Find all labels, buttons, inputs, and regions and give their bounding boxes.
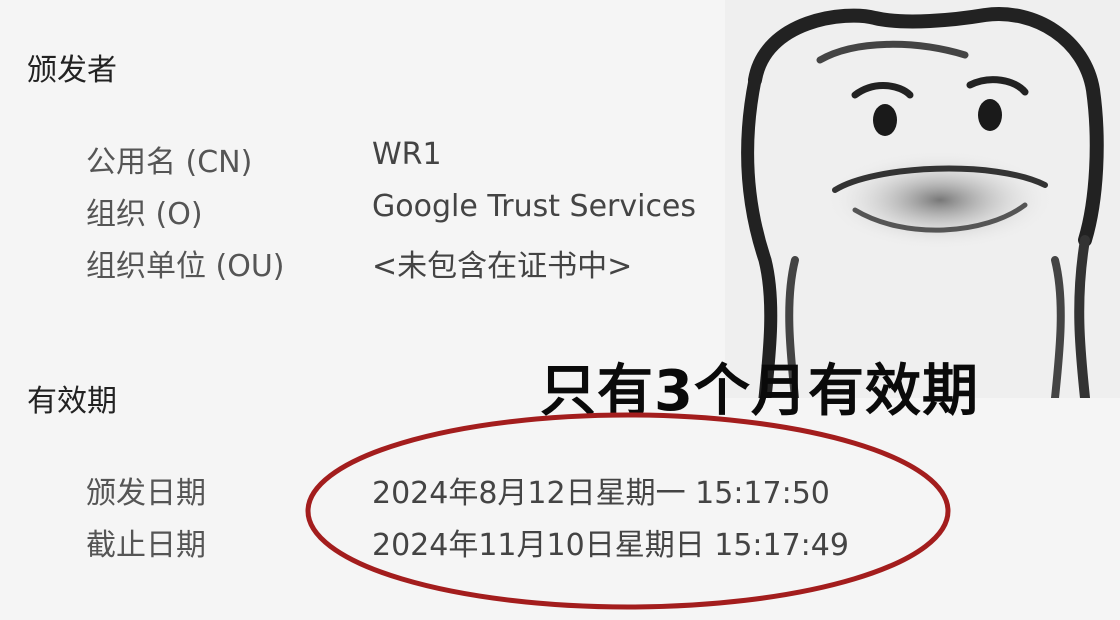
issuer-ou-label: 组织单位 (OU) (86, 249, 285, 284)
meme-sticker-image (725, 0, 1120, 398)
issuer-org-label: 组织 (O) (86, 197, 203, 232)
issue-date-label: 颁发日期 (86, 476, 206, 511)
issuer-ou-value: <未包含在证书中> (372, 249, 633, 284)
issuer-org-value: Google Trust Services (372, 189, 697, 224)
issuer-section-title: 颁发者 (27, 53, 117, 88)
issuer-cn-value: WR1 (372, 137, 442, 172)
validity-section-title: 有效期 (27, 384, 117, 419)
red-highlight-ellipse (305, 412, 951, 610)
expiry-date-label: 截止日期 (86, 528, 206, 563)
issuer-cn-label: 公用名 (CN) (86, 145, 253, 180)
